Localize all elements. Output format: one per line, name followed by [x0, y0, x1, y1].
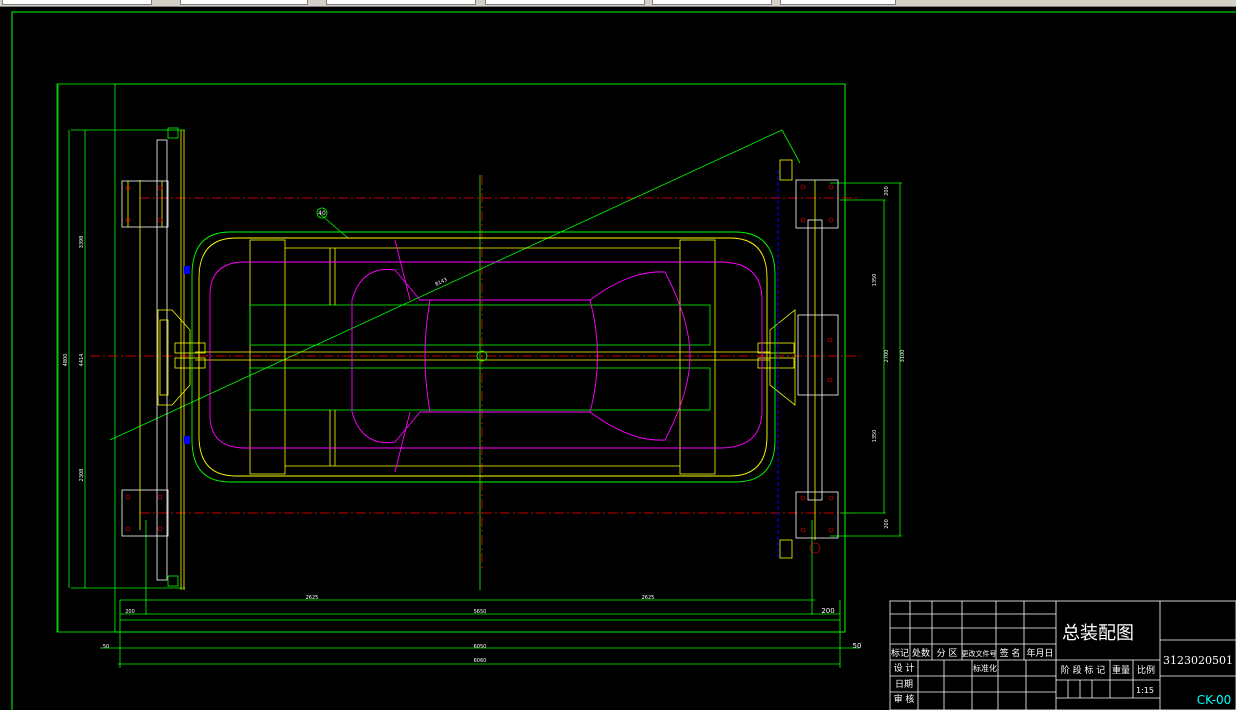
row-date: 日期 — [895, 679, 913, 690]
row-design: 设 计 — [894, 662, 915, 674]
lineweight-dropdown[interactable] — [485, 0, 645, 5]
dim-bottom-mid: 5650 — [474, 609, 487, 615]
dim-left-inner: 4414 — [79, 354, 85, 367]
scale-value: 1:15 — [1136, 686, 1154, 695]
dim-right-total: 3100 — [900, 350, 906, 363]
stage-mark-header: 阶 段 标 记 — [1061, 664, 1106, 676]
layer-dropdown[interactable] — [2, 0, 152, 5]
balloon-label: 40 — [318, 210, 326, 217]
drawing-code: CK-00 — [1197, 693, 1232, 707]
dim-bottom-left-small: 200 — [125, 609, 135, 615]
dim-right-upper: 1350 — [872, 274, 878, 287]
dim-bottom-right-small: 200 — [821, 607, 834, 615]
vertical-dimension-lines — [68, 129, 902, 615]
weight-header: 重量 — [1112, 664, 1130, 676]
header-mark: 标记 — [891, 647, 909, 659]
diagonal-construction — [109, 129, 801, 441]
header-date: 年月日 — [1026, 647, 1053, 659]
dim-bottom-total2: 6060 — [474, 658, 487, 664]
dim-left-upper: 3398 — [79, 236, 85, 249]
plotstyle-dropdown[interactable] — [652, 0, 772, 5]
standardize-label: 标准化 — [973, 663, 997, 673]
linetype-dropdown[interactable] — [326, 0, 476, 5]
dim-bottom-seg2: 2625 — [642, 595, 655, 601]
right-column — [795, 179, 839, 539]
left-top-clip — [167, 127, 179, 587]
dim-right-middle: 2700 — [884, 350, 890, 363]
runways — [195, 239, 770, 475]
dim-left-total: 4800 — [63, 354, 69, 367]
dim-left-lower: 2308 — [79, 469, 85, 482]
dim-bottom-left-50: 50 — [103, 644, 109, 650]
header-sign: 签 名 — [1000, 647, 1021, 659]
dim-right-bottom-small: 200 — [884, 519, 890, 529]
color-dropdown[interactable] — [180, 0, 308, 5]
scale-header: 比例 — [1137, 664, 1155, 676]
style-dropdown[interactable] — [780, 0, 896, 5]
row-review: 审 核 — [894, 693, 915, 705]
dim-right-top-small: 200 — [884, 186, 890, 196]
header-change-doc: 更改文件号 — [962, 649, 997, 658]
drawing-border — [11, 11, 1236, 710]
car-platform — [191, 231, 776, 483]
header-count: 处数 — [912, 647, 930, 659]
balloon-callout: 40 — [316, 207, 328, 219]
centerlines — [90, 175, 860, 570]
diagonal-dimension-label: 8143 — [434, 277, 448, 288]
dim-right-lower: 1350 — [872, 430, 878, 443]
left-blue-markers — [184, 266, 190, 444]
header-zone: 分 区 — [937, 648, 958, 659]
dim-bottom-seg1: 2625 — [306, 595, 319, 601]
drawing-number: 3123020501 — [1163, 654, 1233, 667]
cad-drawing-canvas[interactable]: 40 8143 4800 4414 3398 2308 200 1350 270… — [0, 6, 1236, 710]
drawing-title: 总装配图 — [1062, 623, 1134, 644]
left-column — [121, 139, 169, 581]
right-bolt-holes — [800, 184, 834, 554]
dim-bottom-right-50: 50 — [853, 642, 862, 650]
dim-bottom-total1: 6050 — [474, 644, 487, 650]
